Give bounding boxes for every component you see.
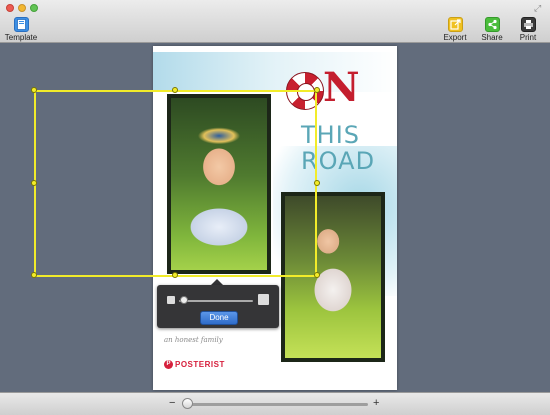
export-button-label: Export — [443, 33, 467, 42]
export-icon — [447, 17, 463, 32]
zoom-slider[interactable] — [183, 403, 368, 406]
resize-handle-bottom-left[interactable] — [31, 272, 37, 278]
photo-size-popover: Done — [157, 285, 279, 328]
resize-handle-top-left[interactable] — [31, 87, 37, 93]
minimize-window-button[interactable] — [18, 4, 26, 12]
zoom-out-button[interactable]: − — [169, 397, 175, 409]
zoom-bar: − + — [0, 392, 550, 415]
poster-title-letter[interactable]: N — [323, 68, 360, 108]
fullscreen-icon[interactable]: ⤢ — [534, 3, 544, 13]
print-button[interactable]: Print — [513, 17, 543, 42]
brand-name: POSTERIST — [175, 360, 225, 369]
print-button-label: Print — [519, 33, 537, 42]
share-icon — [484, 17, 500, 32]
zoom-slider-knob[interactable] — [182, 398, 193, 409]
resize-handle-left[interactable] — [31, 180, 37, 186]
resize-handle-right[interactable] — [314, 180, 320, 186]
done-button[interactable]: Done — [200, 311, 238, 325]
zoom-in-button[interactable]: + — [373, 397, 379, 409]
watercolor-wash-top — [153, 52, 397, 92]
share-button-label: Share — [481, 33, 503, 42]
zoom-window-button[interactable] — [30, 4, 38, 12]
small-photo-icon — [167, 296, 175, 304]
resize-handle-top[interactable] — [172, 87, 178, 93]
photo-size-slider-knob[interactable] — [180, 296, 188, 304]
share-button[interactable]: Share — [477, 17, 507, 42]
selection-box[interactable] — [34, 90, 317, 277]
photo-size-slider[interactable] — [179, 300, 253, 302]
resize-handle-bottom-right[interactable] — [314, 272, 320, 278]
export-button[interactable]: Export — [440, 17, 470, 42]
template-button[interactable]: Template — [4, 17, 38, 42]
resize-handle-top-right[interactable] — [314, 87, 320, 93]
template-icon — [13, 17, 29, 32]
posterist-logo-icon: P — [164, 360, 173, 369]
window-toolbar: ⤢ Template Export Share Print — [0, 0, 550, 43]
template-button-label: Template — [4, 33, 38, 42]
poster-tagline[interactable]: an honest family — [164, 336, 223, 344]
poster-brand: P POSTERIST — [164, 360, 225, 369]
close-window-button[interactable] — [6, 4, 14, 12]
large-photo-icon — [258, 294, 269, 305]
printer-icon — [520, 17, 536, 32]
resize-handle-bottom[interactable] — [172, 272, 178, 278]
